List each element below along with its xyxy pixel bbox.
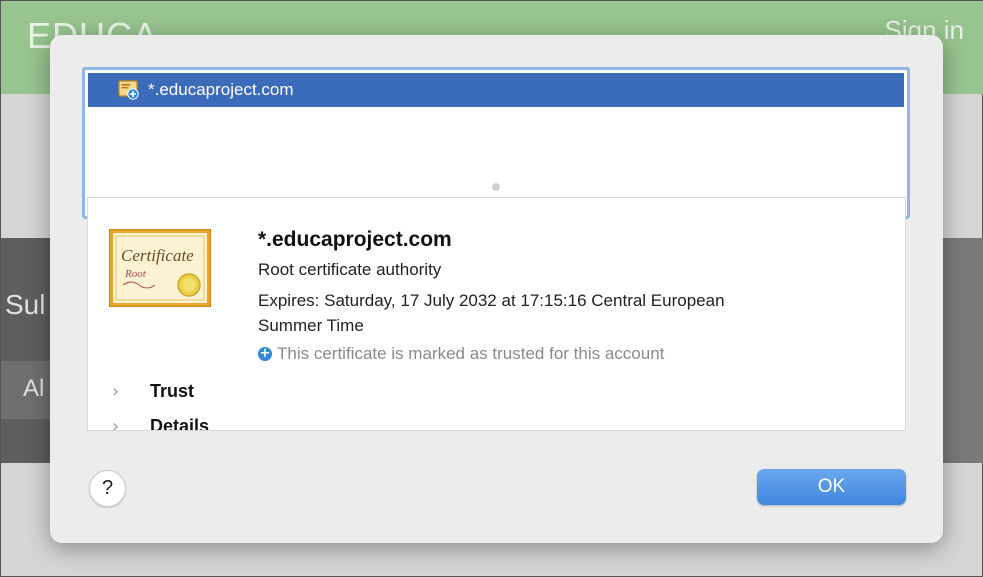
ok-button[interactable]: OK [757, 469, 906, 505]
certificate-list-item[interactable]: *.educaproject.com [88, 73, 904, 107]
svg-text:Certificate: Certificate [121, 246, 194, 265]
background-al-text: Al [23, 375, 45, 402]
background-sub-text: Sul [5, 289, 46, 320]
certificate-list-item-label: *.educaproject.com [148, 80, 294, 99]
trust-status-text: This certificate is marked as trusted fo… [277, 344, 665, 363]
certificate-expiry: Expires: Saturday, 17 July 2032 at 17:15… [258, 291, 725, 310]
certificate-image: Certificate Root [109, 229, 211, 307]
certificate-expiry-continued: Summer Time [258, 316, 364, 335]
certificate-title: *.educaproject.com [258, 228, 452, 251]
chevron-right-icon: › [112, 416, 120, 431]
certificate-icon [118, 80, 140, 100]
certificate-type: Root certificate authority [258, 260, 442, 279]
trust-disclosure[interactable]: › Trust [112, 381, 194, 402]
details-section-label: Details [150, 416, 210, 431]
chevron-right-icon: › [112, 381, 120, 402]
certificate-dialog: *.educaproject.com Certificate Root *.ed… [50, 35, 943, 543]
split-view-handle[interactable] [492, 183, 500, 191]
details-disclosure[interactable]: › Details [112, 416, 210, 431]
trust-status: + This certificate is marked as trusted … [258, 344, 664, 364]
svg-text:Root: Root [124, 268, 147, 280]
plus-circle-icon: + [258, 346, 272, 361]
help-button[interactable]: ? [89, 470, 126, 507]
certificate-details-panel: Certificate Root *.educaproject.com Root… [87, 197, 906, 431]
trust-section-label: Trust [150, 381, 195, 401]
